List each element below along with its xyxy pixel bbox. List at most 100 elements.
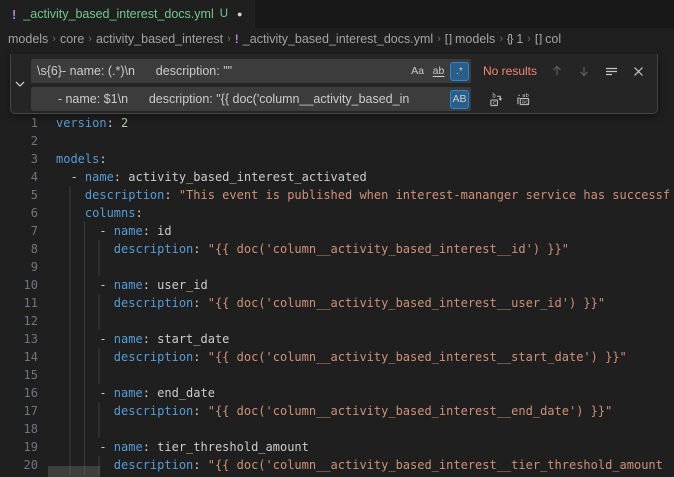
code-line-6[interactable]: columns:: [56, 204, 674, 222]
line-number[interactable]: 9: [0, 258, 38, 276]
indent-guides: [56, 294, 114, 312]
code-line-11[interactable]: description: "{{ doc('column__activity_b…: [56, 294, 674, 312]
code-token: -: [99, 386, 113, 400]
code-line-19[interactable]: - name: tier_threshold_amount: [56, 438, 674, 456]
code-token: :: [193, 242, 207, 256]
breadcrumb: models›core›activity_based_interest›!_ac…: [0, 28, 674, 50]
code-line-5[interactable]: description: "This event is published wh…: [56, 186, 674, 204]
breadcrumb-label: 1: [516, 32, 523, 46]
line-number[interactable]: 1: [0, 114, 38, 132]
svg-text:c: c: [492, 99, 496, 106]
breadcrumb-item-models[interactable]: models: [8, 32, 48, 46]
line-number[interactable]: 8: [0, 240, 38, 258]
horizontal-scrollbar-thumb[interactable]: [48, 466, 100, 477]
line-number[interactable]: 2: [0, 132, 38, 150]
line-number[interactable]: 18: [0, 420, 38, 438]
code-token: description: [114, 242, 193, 256]
code-lines: version: 2models:- name: activity_based_…: [56, 114, 674, 474]
next-match-button[interactable]: [575, 62, 593, 80]
code-token: :: [143, 386, 157, 400]
breadcrumb-item-col[interactable]: [ ]col: [535, 32, 561, 46]
line-number[interactable]: 17: [0, 402, 38, 420]
code-token: name: [114, 332, 143, 346]
code-line-8[interactable]: description: "{{ doc('column__activity_b…: [56, 240, 674, 258]
preserve-case-button[interactable]: AB: [450, 90, 469, 109]
code-token: description: [114, 350, 193, 364]
code-line-13[interactable]: - name: start_date: [56, 330, 674, 348]
code-line-2[interactable]: [56, 132, 674, 150]
code-token: name: [114, 440, 143, 454]
indent-guides: [56, 438, 99, 456]
line-number[interactable]: 4: [0, 168, 38, 186]
code-token: user_id: [157, 278, 208, 292]
code-line-10[interactable]: - name: user_id: [56, 276, 674, 294]
line-number[interactable]: 3: [0, 150, 38, 168]
previous-match-button[interactable]: [548, 62, 566, 80]
regex-button[interactable]: .*: [450, 62, 469, 81]
code-line-7[interactable]: - name: id: [56, 222, 674, 240]
code-token: name: [114, 278, 143, 292]
toggle-replace-button[interactable]: [11, 54, 29, 113]
code-line-20[interactable]: description: "{{ doc('column__activity_b…: [56, 456, 674, 474]
line-number[interactable]: 12: [0, 312, 38, 330]
code-line-14[interactable]: description: "{{ doc('column__activity_b…: [56, 348, 674, 366]
code-token: end_date: [157, 386, 215, 400]
code-editor[interactable]: 1234567891011121314151617181920 version:…: [0, 50, 674, 477]
line-number[interactable]: 13: [0, 330, 38, 348]
tab-filename: _activity_based_interest_docs.yml: [23, 7, 213, 21]
indent-guides: [56, 168, 70, 186]
line-number[interactable]: 10: [0, 276, 38, 294]
line-number[interactable]: 7: [0, 222, 38, 240]
replace-input[interactable]: - name: $1\n description: "{{ doc('colum…: [31, 87, 471, 111]
line-number[interactable]: 14: [0, 348, 38, 366]
code-token: -: [70, 170, 84, 184]
code-line-3[interactable]: models:: [56, 150, 674, 168]
line-number[interactable]: 6: [0, 204, 38, 222]
code-token: :: [193, 404, 207, 418]
whole-word-button[interactable]: ab: [429, 62, 448, 81]
code-line-9[interactable]: [56, 258, 674, 276]
replace-all-button[interactable]: ab ac: [515, 90, 533, 108]
line-number[interactable]: 20: [0, 456, 38, 474]
breadcrumb-item-models[interactable]: [ ]models: [445, 32, 495, 46]
line-number[interactable]: 5: [0, 186, 38, 204]
code-line-1[interactable]: version: 2: [56, 114, 674, 132]
git-status-badge: U: [220, 8, 228, 20]
line-number[interactable]: 19: [0, 438, 38, 456]
code-token: models: [56, 152, 99, 166]
close-find-widget-button[interactable]: [629, 62, 647, 80]
line-number[interactable]: 16: [0, 384, 38, 402]
code-token: :: [143, 332, 157, 346]
code-line-15[interactable]: [56, 366, 674, 384]
breadcrumb-item-activity_based_interest[interactable]: activity_based_interest: [96, 32, 223, 46]
line-number[interactable]: 15: [0, 366, 38, 384]
code-line-17[interactable]: description: "{{ doc('column__activity_b…: [56, 402, 674, 420]
code-token: name: [114, 224, 143, 238]
code-line-12[interactable]: [56, 312, 674, 330]
find-query-text: \s{6}- name: (.*)\n description: "": [37, 64, 408, 78]
modified-dot-icon[interactable]: ●: [237, 9, 242, 19]
object-symbol-icon: {}: [507, 33, 512, 45]
arrow-down-icon: [578, 65, 590, 77]
code-line-4[interactable]: - name: activity_based_interest_activate…: [56, 168, 674, 186]
indent-guides: [56, 330, 99, 348]
code-token: :: [143, 278, 157, 292]
breadcrumb-item-_activity_based_interest_docs.yml[interactable]: !_activity_based_interest_docs.yml: [235, 32, 433, 46]
find-in-selection-button[interactable]: [602, 62, 620, 80]
indent-guides: [56, 348, 114, 366]
code-token: :: [193, 350, 207, 364]
line-number[interactable]: 11: [0, 294, 38, 312]
breadcrumb-label: models: [455, 32, 495, 46]
breadcrumb-item-1[interactable]: {} 1: [507, 32, 523, 46]
replace-button[interactable]: b c: [487, 90, 505, 108]
code-token: "{{ doc('column__activity_based_interest…: [208, 458, 663, 472]
find-in-selection-icon: [605, 66, 618, 77]
breadcrumb-item-core[interactable]: core: [60, 32, 84, 46]
code-token: description: [85, 188, 164, 202]
code-line-16[interactable]: - name: end_date: [56, 384, 674, 402]
match-case-button[interactable]: Aa: [408, 62, 427, 81]
editor-tab[interactable]: ! _activity_based_interest_docs.yml U ●: [0, 0, 255, 28]
code-line-18[interactable]: [56, 420, 674, 438]
find-input[interactable]: \s{6}- name: (.*)\n description: "" Aa a…: [31, 59, 471, 83]
code-token: :: [107, 116, 121, 130]
